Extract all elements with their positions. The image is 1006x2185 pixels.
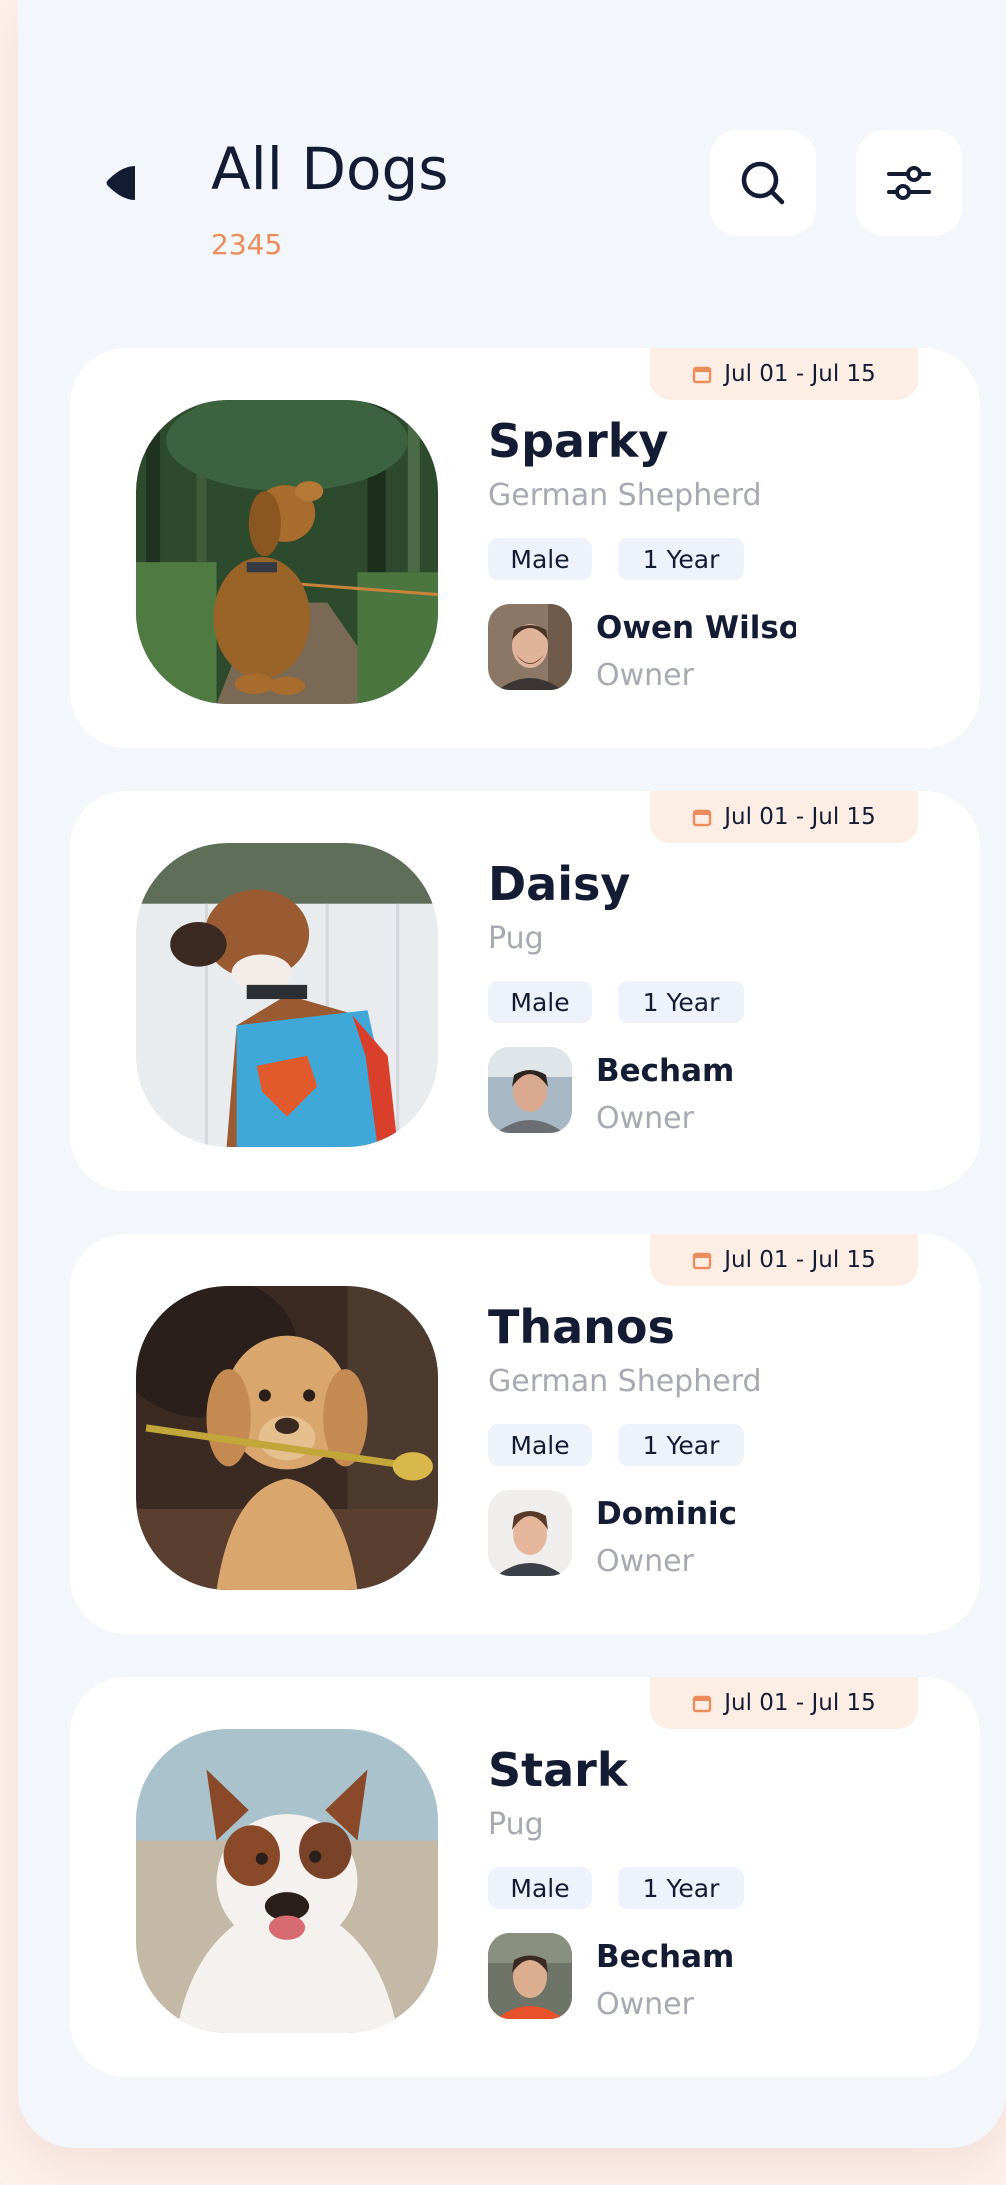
screen: All Dogs 2345 Jul 01 - Jul 15 Sparky Ger…: [18, 0, 1006, 2148]
filter-sliders-icon: [887, 166, 931, 200]
age-tag: 1 Year: [618, 981, 744, 1023]
search-button[interactable]: [710, 130, 816, 236]
owner-role: Owner: [596, 1987, 694, 2022]
dog-photo: [136, 1286, 438, 1590]
dog-name: Thanos: [488, 1300, 675, 1354]
owner-name: Owen Wilson: [596, 610, 796, 646]
search-icon: [741, 161, 785, 205]
sex-tag: Male: [488, 981, 592, 1023]
calendar-icon: [693, 1695, 712, 1713]
dog-breed: Pug: [488, 921, 544, 956]
owner-role: Owner: [596, 1544, 694, 1579]
sex-tag: Male: [488, 1867, 592, 1909]
age-tag: 1 Year: [618, 1867, 744, 1909]
owner-avatar: [488, 1490, 572, 1576]
dog-count: 2345: [211, 228, 283, 261]
date-range: Jul 01 - Jul 15: [724, 804, 876, 830]
dog-photo: [136, 843, 438, 1147]
back-arrow-icon: [106, 166, 135, 200]
date-badge: Jul 01 - Jul 15: [650, 1234, 918, 1286]
dog-name: Sparky: [488, 414, 669, 468]
sex-tag: Male: [488, 1424, 592, 1466]
owner-name: Becham: [596, 1053, 735, 1089]
dog-card[interactable]: Jul 01 - Jul 15 Thanos German Shepherd M…: [70, 1234, 980, 1634]
calendar-icon: [693, 366, 712, 384]
calendar-icon: [693, 1252, 712, 1270]
owner-avatar: [488, 604, 572, 690]
dog-photo: [136, 400, 438, 704]
dog-breed: German Shepherd: [488, 1364, 762, 1399]
owner-role: Owner: [596, 658, 694, 693]
dog-name: Daisy: [488, 857, 631, 911]
dog-card[interactable]: Jul 01 - Jul 15 Stark Pug Male 1 Year Be…: [70, 1677, 980, 2077]
owner-avatar: [488, 1933, 572, 2019]
dog-card[interactable]: Jul 01 - Jul 15 Daisy Pug Male 1 Year Be…: [70, 791, 980, 1191]
dog-photo: [136, 1729, 438, 2033]
date-range: Jul 01 - Jul 15: [724, 1690, 876, 1716]
age-tag: 1 Year: [618, 538, 744, 580]
dog-name: Stark: [488, 1743, 628, 1797]
age-tag: 1 Year: [618, 1424, 744, 1466]
sex-tag: Male: [488, 538, 592, 580]
date-badge: Jul 01 - Jul 15: [650, 1677, 918, 1729]
filter-button[interactable]: [856, 130, 962, 236]
date-range: Jul 01 - Jul 15: [724, 361, 876, 387]
dog-breed: German Shepherd: [488, 478, 762, 513]
page-title: All Dogs: [211, 135, 449, 203]
back-button[interactable]: [100, 160, 140, 206]
calendar-icon: [693, 809, 712, 827]
dog-breed: Pug: [488, 1807, 544, 1842]
date-badge: Jul 01 - Jul 15: [650, 791, 918, 843]
owner-avatar: [488, 1047, 572, 1133]
owner-name: Dominic: [596, 1496, 738, 1532]
date-badge: Jul 01 - Jul 15: [650, 348, 918, 400]
dog-card[interactable]: Jul 01 - Jul 15 Sparky German Shepherd M…: [70, 348, 980, 748]
owner-role: Owner: [596, 1101, 694, 1136]
owner-name: Becham: [596, 1939, 735, 1975]
date-range: Jul 01 - Jul 15: [724, 1247, 876, 1273]
